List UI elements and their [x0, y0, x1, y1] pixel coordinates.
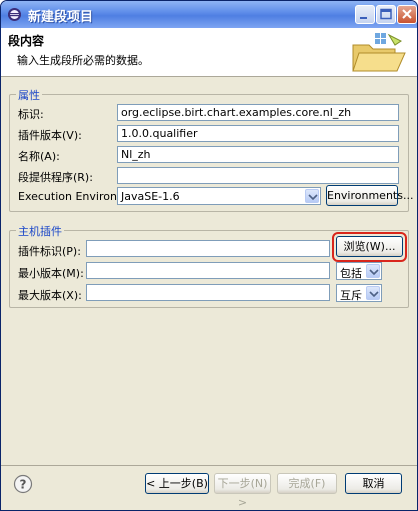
min-version-field[interactable]: [86, 262, 330, 279]
version-label: 插件版本(V):: [18, 129, 82, 142]
id-label: 标识:: [18, 108, 44, 121]
execution-environment-value: JavaSE-1.6: [121, 190, 180, 203]
host-plugin-legend: 主机插件: [16, 223, 64, 239]
chevron-down-icon[interactable]: [366, 286, 380, 300]
close-button[interactable]: [397, 5, 417, 24]
folder-wizard-icon: [352, 33, 406, 72]
fragment-id-field[interactable]: org.eclipse.birt.chart.examples.core.nl_…: [117, 104, 399, 121]
min-version-bound-value: 包括: [340, 267, 362, 280]
title-bar[interactable]: 新建段项目: [1, 1, 417, 28]
next-button[interactable]: 下一步(N) >: [214, 473, 271, 509]
max-version-label: 最大版本(X):: [18, 289, 82, 302]
page-description: 输入生成段所必需的数据。: [17, 54, 149, 67]
max-version-field[interactable]: [86, 284, 330, 301]
execution-environment-select[interactable]: JavaSE-1.6: [117, 187, 321, 205]
max-version-bound-select[interactable]: 互斥: [336, 284, 382, 302]
min-version-label: 最小版本(M):: [18, 267, 84, 280]
properties-legend: 属性: [16, 87, 42, 103]
environments-button[interactable]: Environments...: [326, 185, 413, 206]
browse-button[interactable]: 浏览(W)...: [336, 236, 403, 257]
back-button[interactable]: < 上一步(B): [145, 473, 209, 494]
maximize-icon: [380, 8, 392, 20]
provider-field[interactable]: [117, 167, 399, 184]
help-icon[interactable]: ?: [13, 474, 33, 494]
min-version-bound-select[interactable]: 包括: [336, 262, 382, 280]
name-label: 名称(A):: [18, 150, 60, 163]
max-version-bound-value: 互斥: [340, 289, 362, 302]
minimize-button[interactable]: [355, 5, 375, 24]
provider-label: 段提供程序(R):: [18, 171, 93, 184]
wizard-banner: 段内容 输入生成段所必需的数据。: [1, 28, 417, 77]
window-title: 新建段项目: [28, 10, 94, 25]
page-title: 段内容: [8, 34, 45, 48]
version-field[interactable]: 1.0.0.qualifier: [117, 125, 399, 142]
footer-separator: [1, 465, 417, 466]
new-fragment-project-dialog: 新建段项目 段内容 输入生成段所必需的数据。 属性 标识: org.eclips…: [0, 0, 418, 511]
finish-button[interactable]: 完成(F): [277, 473, 337, 494]
minimize-icon: [360, 17, 367, 19]
chevron-down-icon[interactable]: [366, 264, 380, 278]
name-field[interactable]: Nl_zh: [117, 146, 399, 163]
eclipse-app-icon: [8, 8, 21, 21]
plugin-id-label: 插件标识(P):: [18, 245, 81, 258]
plugin-id-field[interactable]: [86, 240, 330, 257]
maximize-button[interactable]: [376, 5, 396, 24]
svg-text:?: ?: [20, 478, 27, 492]
cancel-button[interactable]: 取消: [345, 473, 402, 494]
close-icon: [402, 9, 412, 19]
chevron-down-icon[interactable]: [305, 189, 319, 203]
